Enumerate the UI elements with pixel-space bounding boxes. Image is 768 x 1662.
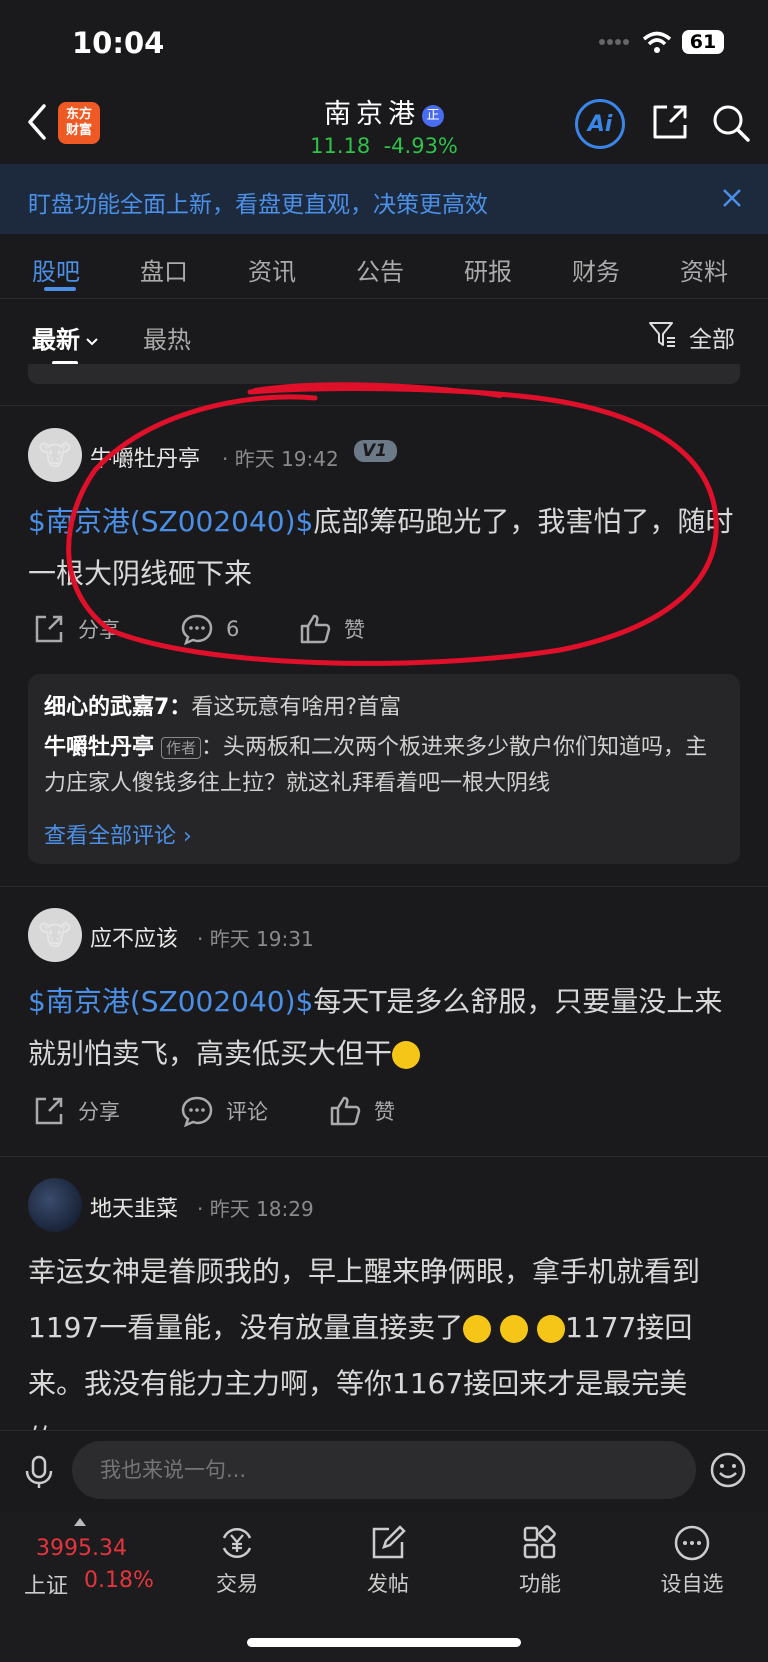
share-button[interactable]: 分享 [32,612,120,646]
post-time: · 昨天 19:31 [197,927,314,951]
share-icon [35,1097,63,1125]
share-icon[interactable] [651,103,689,141]
search-icon[interactable] [711,103,751,143]
like-label: 赞 [344,618,365,642]
ai-assistant-button[interactable]: Ai [575,99,625,149]
share-label: 分享 [78,1100,120,1124]
comment-author: 细心的武嘉7： [44,695,192,720]
more-circle-icon [674,1525,710,1561]
index-name[interactable]: 上证 [24,1568,68,1600]
active-tab-indicator [44,287,76,291]
post-body[interactable]: $南京港(SZ002040)$每天T是多么舒服，只要量没上来就别怕卖飞，高卖低买… [28,976,740,1080]
cellular-signal-icon [599,39,629,45]
laughing-emoji-icon [392,1041,421,1069]
comment-2: 牛嚼牡丹亭 作者 ：头两板和二次两个板进来多少散户你们知道吗，主力庄家人傻钱多往上… [44,730,724,802]
tab-research[interactable]: 研报 [464,252,512,287]
verified-badge-icon: 正 [422,104,444,127]
tab-guba[interactable]: 股吧 [32,252,80,287]
index-change: 0.18% [84,1568,154,1593]
comment-button[interactable]: 6 [180,612,239,646]
comment-1: 细心的武嘉7：看这玩意有啥用?首富 [44,690,724,726]
comment-button[interactable]: 评论 [180,1094,268,1128]
post-divider [0,405,768,406]
thumbs-up-icon [330,1096,361,1126]
post-time: · 昨天 19:42 [222,447,339,471]
author-tag: 作者 [161,737,202,759]
like-button[interactable]: 赞 [328,1094,395,1128]
comment-author: 牛嚼牡丹亭 [44,735,155,760]
home-indicator [247,1638,521,1647]
comment-label: 评论 [226,1100,268,1124]
comment-text: 看这玩意有啥用?首富 [191,695,401,720]
grinning-emoji-icon [537,1315,566,1343]
stock-price: 11.18 [310,134,371,158]
emoji-picker-icon[interactable] [710,1452,746,1488]
comment-icon [181,1096,213,1128]
nav-post[interactable]: 发帖 [333,1524,443,1598]
stock-link[interactable]: $南京港(SZ002040)$ [28,985,313,1018]
nav-functions[interactable]: 功能 [485,1524,595,1598]
tab-news[interactable]: 资讯 [248,252,296,287]
view-all-comments-link[interactable]: 查看全部评论 › [44,818,192,850]
status-indicators: 61 [598,30,724,54]
chevron-down-icon [86,338,98,346]
wifi-icon [642,31,672,53]
share-icon [35,615,63,643]
grid-icon [523,1525,556,1559]
nav-functions-label: 功能 [519,1572,561,1596]
tab-finance[interactable]: 财务 [572,252,620,287]
stock-name: 南京港 [324,99,420,130]
voice-input-icon[interactable] [24,1455,54,1489]
post-divider [0,886,768,887]
up-arrow-icon [74,1518,86,1526]
nav-trade-label: 交易 [216,1572,258,1596]
nav-post-label: 发帖 [367,1572,409,1596]
avatar[interactable]: 🐮 [28,428,82,482]
comment-icon [181,614,213,646]
like-label: 赞 [374,1100,395,1124]
sort-hot[interactable]: 最热 [143,320,191,355]
grinning-emoji-icon [500,1315,529,1343]
level-badge-label: V1 [354,440,397,462]
stock-change: -4.93% [383,134,458,158]
previous-card-edge [28,364,740,384]
grinning-emoji-icon [463,1315,492,1343]
comment-input[interactable] [72,1441,696,1499]
post-time: · 昨天 18:29 [197,1197,314,1221]
tab-announcements[interactable]: 公告 [356,252,404,287]
compose-icon [372,1525,406,1559]
tab-profile[interactable]: 资料 [680,252,728,287]
sort-latest-label: 最新 [32,326,80,354]
battery-indicator: 61 [682,30,724,54]
ai-label: Ai [587,111,613,137]
close-icon[interactable] [720,186,744,210]
avatar[interactable] [28,1178,82,1232]
banner-text: 盯盘功能全面上新，看盘更直观，决策更高效 [28,192,488,218]
comment-count: 6 [226,617,240,641]
nav-watchlist-label: 设自选 [660,1572,724,1596]
share-label: 分享 [78,618,120,642]
post-author[interactable]: 应不应该 [90,921,178,953]
nav-trade[interactable]: 交易 [182,1524,292,1598]
tabs-divider [0,298,768,299]
level-badge: V1 [354,440,397,462]
status-time: 10:04 [72,26,165,60]
trade-icon [222,1528,252,1558]
nav-watchlist[interactable]: 设自选 [637,1524,747,1598]
tab-pankou[interactable]: 盘口 [140,252,188,287]
thumbs-up-icon [300,614,331,644]
filter-icon[interactable] [648,320,676,348]
post-author[interactable]: 牛嚼牡丹亭 [90,441,200,473]
avatar[interactable]: 🐮 [28,908,82,962]
share-button[interactable]: 分享 [32,1094,120,1128]
stock-link[interactable]: $南京港(SZ002040)$ [28,505,313,538]
like-button[interactable]: 赞 [298,612,365,646]
filter-label[interactable]: 全部 [689,320,735,354]
sort-latest-dropdown[interactable]: 最新 [32,320,100,355]
post-body[interactable]: $南京港(SZ002040)$底部筹码跑光了，我害怕了，随时一根大阴线砸下来 [28,496,740,600]
index-value[interactable]: 3995.34 [36,1536,127,1561]
post-divider [0,1156,768,1157]
post-author[interactable]: 地天韭菜 [90,1191,178,1223]
